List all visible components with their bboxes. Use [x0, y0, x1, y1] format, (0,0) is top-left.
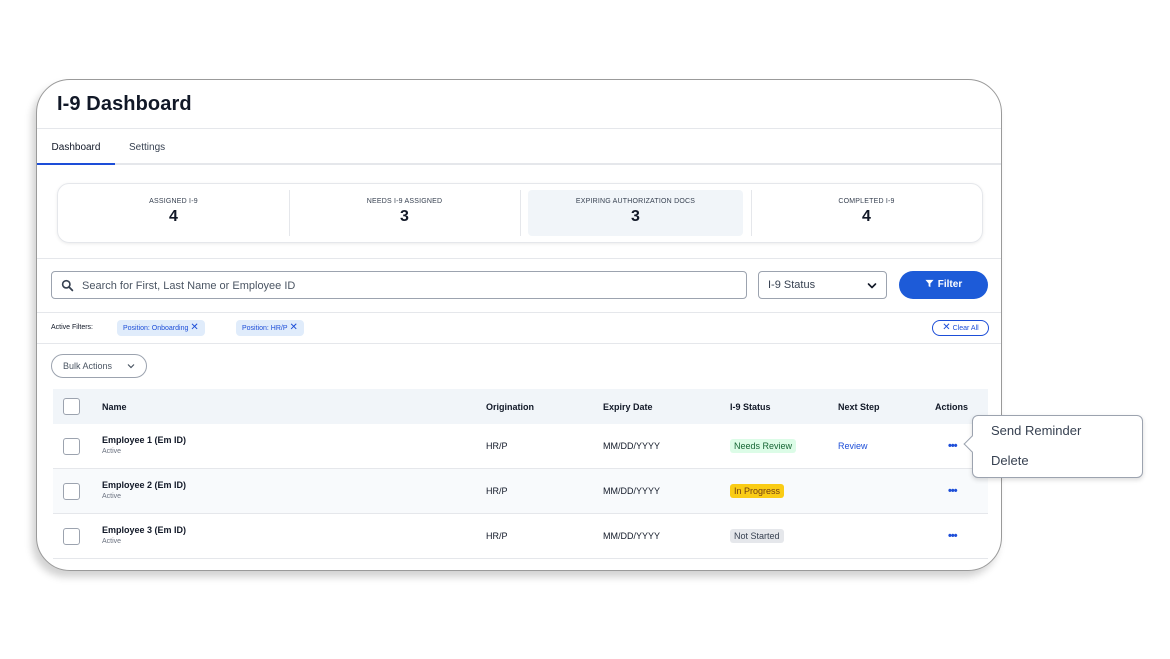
employee-name[interactable]: Employee 1 (Em ID)	[102, 435, 186, 445]
more-horizontal-icon[interactable]: •••	[948, 485, 958, 497]
expiry-date-cell: MM/DD/YYYY	[603, 486, 661, 496]
column-header-i9-status[interactable]: I-9 Status	[730, 389, 771, 424]
section-divider	[37, 312, 1001, 313]
expiry-date-cell: MM/DD/YYYY	[603, 441, 661, 451]
employee-name[interactable]: Employee 3 (Em ID)	[102, 525, 186, 535]
stats-summary: ASSIGNED I-9 4 NEEDS I-9 ASSIGNED 3 EXPI…	[57, 183, 983, 243]
origination-cell: HR/P	[486, 441, 508, 451]
menu-item-send-reminder[interactable]: Send Reminder	[991, 423, 1081, 438]
search-input[interactable]	[82, 276, 722, 295]
close-icon[interactable]: ✕	[190, 322, 198, 333]
chevron-down-icon	[127, 364, 135, 369]
stat-needs-i9-assigned[interactable]: NEEDS I-9 ASSIGNED 3	[289, 184, 520, 242]
column-header-name[interactable]: Name	[102, 389, 127, 424]
column-header-actions: Actions	[935, 401, 969, 412]
table-row: Employee 3 (Em ID) Active HR/P MM/DD/YYY…	[53, 514, 988, 559]
filter-icon	[925, 279, 934, 287]
employee-name-cell: Employee 3 (Em ID) Active	[102, 525, 186, 545]
section-divider	[37, 258, 1001, 259]
i9-status-select[interactable]: I-9 Status	[758, 271, 887, 299]
filter-chip-hrp[interactable]: Position: HR/P ✕	[236, 320, 304, 336]
more-horizontal-icon[interactable]: •••	[948, 530, 958, 542]
actions-cell: •••	[948, 514, 958, 558]
stat-value: 3	[631, 208, 640, 225]
employee-name[interactable]: Employee 2 (Em ID)	[102, 480, 186, 490]
origination-cell: HR/P	[486, 531, 508, 541]
filter-chip-label: Position: HR/P	[242, 325, 288, 332]
clear-all-button[interactable]: ✕ Clear All	[932, 320, 989, 336]
tab-settings[interactable]: Settings	[129, 130, 165, 165]
column-header-origination[interactable]: Origination	[486, 389, 534, 424]
active-filters-label: Active Filters:	[51, 324, 94, 331]
close-icon: ✕	[942, 322, 951, 333]
i9-status-select-value: I-9 Status	[768, 279, 816, 291]
page-title: I-9 Dashboard	[57, 93, 192, 115]
employee-name-cell: Employee 1 (Em ID) Active	[102, 435, 186, 455]
column-header-expiry-date[interactable]: Expiry Date	[603, 389, 653, 424]
employee-state: Active	[102, 493, 122, 500]
status-badge: Not Started	[730, 529, 784, 543]
more-horizontal-icon[interactable]: •••	[948, 440, 958, 452]
status-cell: Not Started	[730, 514, 784, 558]
stat-value: 4	[862, 208, 871, 225]
filter-button-label: Filter	[937, 279, 963, 290]
table-header: Name Origination Expiry Date I-9 Status …	[53, 389, 988, 424]
stat-label: NEEDS I-9 ASSIGNED	[366, 198, 443, 205]
expiry-date-cell: MM/DD/YYYY	[603, 531, 661, 541]
bulk-actions-dropdown[interactable]: Bulk Actions	[51, 354, 147, 378]
row-checkbox[interactable]	[63, 528, 80, 545]
stat-assigned-i9[interactable]: ASSIGNED I-9 4	[58, 184, 289, 242]
filter-button[interactable]: Filter	[899, 271, 988, 299]
stat-label: ASSIGNED I-9	[149, 198, 198, 205]
table-row: Employee 2 (Em ID) Active HR/P MM/DD/YYY…	[53, 469, 988, 514]
next-step-cell: Review	[838, 424, 868, 468]
row-checkbox[interactable]	[63, 483, 80, 500]
row-actions-menu: Send Reminder Delete	[963, 415, 1143, 478]
stat-label: EXPIRING AUTHORIZATION DOCS	[575, 198, 696, 205]
stat-value: 3	[400, 208, 409, 225]
select-all-checkbox[interactable]	[63, 398, 80, 415]
i9-dashboard-card: I-9 Dashboard Dashboard Settings ASSIGNE…	[36, 79, 1002, 571]
stat-expiring-authorization-docs[interactable]: EXPIRING AUTHORIZATION DOCS 3	[520, 184, 751, 242]
stat-completed-i9[interactable]: COMPLETED I-9 4	[751, 184, 982, 242]
column-header-next-step[interactable]: Next Step	[838, 389, 880, 424]
clear-all-label: Clear All	[952, 325, 979, 332]
filter-chip-label: Position: Onboarding	[123, 325, 189, 332]
filter-chip-onboarding[interactable]: Position: Onboarding ✕	[117, 320, 205, 336]
status-cell: Needs Review	[730, 424, 797, 468]
employee-table: Name Origination Expiry Date I-9 Status …	[53, 389, 988, 559]
employee-state: Active	[102, 448, 122, 455]
row-checkbox[interactable]	[63, 438, 80, 455]
employee-state: Active	[102, 538, 122, 545]
chevron-down-icon	[867, 283, 877, 289]
title-divider	[37, 128, 1001, 129]
status-badge: In Progress	[730, 484, 785, 498]
search-box[interactable]	[51, 271, 747, 299]
status-cell: In Progress	[730, 469, 785, 513]
stat-value: 4	[169, 208, 178, 225]
review-link[interactable]: Review	[838, 441, 868, 451]
tab-dashboard[interactable]: Dashboard	[37, 130, 115, 165]
status-badge: Needs Review	[730, 439, 797, 453]
search-icon	[61, 279, 74, 292]
section-divider	[37, 343, 1001, 344]
actions-cell: •••	[948, 424, 958, 468]
menu-item-delete[interactable]: Delete	[991, 453, 1029, 468]
actions-cell: •••	[948, 469, 958, 513]
employee-name-cell: Employee 2 (Em ID) Active	[102, 480, 186, 500]
bulk-actions-label: Bulk Actions	[63, 361, 113, 371]
tab-bar: Dashboard Settings	[37, 130, 1001, 165]
stat-label: COMPLETED I-9	[838, 198, 895, 205]
origination-cell: HR/P	[486, 486, 508, 496]
close-icon[interactable]: ✕	[290, 322, 298, 333]
table-row: Employee 1 (Em ID) Active HR/P MM/DD/YYY…	[53, 424, 988, 469]
